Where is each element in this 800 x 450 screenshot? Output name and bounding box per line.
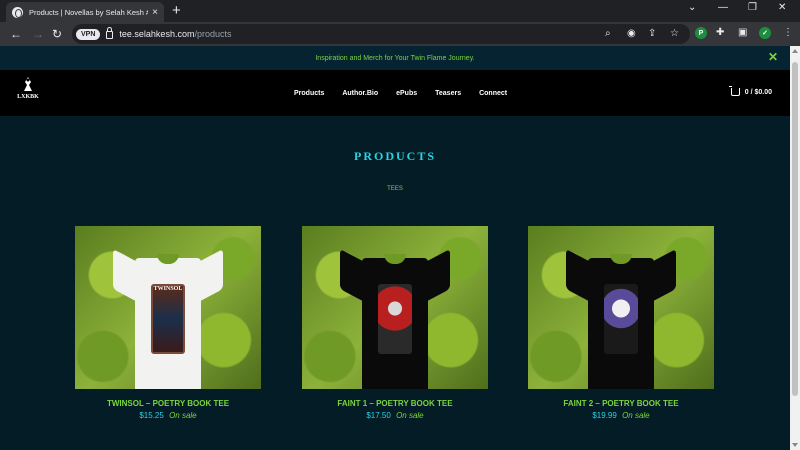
eye-off-icon[interactable]: ◉ bbox=[627, 28, 636, 39]
product-name[interactable]: TWINSOL – POETRY BOOK TEE bbox=[75, 399, 261, 408]
tab-title: Products | Novellas by Selah Kesh # bbox=[29, 7, 149, 17]
address-bar[interactable]: VPN tee.selahkesh.com /products ⌕ ◉ ⇪ ☆ bbox=[72, 24, 690, 44]
product-price: $19.99 bbox=[592, 411, 617, 420]
product-price: $15.25 bbox=[139, 411, 164, 420]
extension-p-icon[interactable]: P bbox=[695, 27, 707, 39]
globe-icon bbox=[12, 6, 23, 18]
back-icon[interactable]: ← bbox=[10, 26, 22, 42]
nav-products[interactable]: Products bbox=[294, 90, 324, 97]
cart-total: 0 / $0.00 bbox=[744, 88, 772, 96]
tab-search-icon[interactable]: ⌄ bbox=[688, 2, 696, 13]
cart-button[interactable]: 0 / $0.00 bbox=[728, 86, 772, 96]
announcement-text: Inspiration and Merch for Your Twin Flam… bbox=[315, 54, 475, 62]
price-line: $19.99 On sale bbox=[528, 411, 714, 420]
menu-kebab-icon[interactable]: ⋮ bbox=[783, 27, 793, 38]
product-name[interactable]: FAINT 1 – POETRY BOOK TEE bbox=[302, 399, 488, 408]
close-announcement-icon[interactable]: ✕ bbox=[768, 50, 778, 64]
category-label: TEES bbox=[387, 186, 403, 192]
product-price: $17.50 bbox=[366, 411, 391, 420]
zoom-icon[interactable]: ⌕ bbox=[605, 28, 611, 39]
browser-tab[interactable]: Products | Novellas by Selah Kesh # × bbox=[6, 2, 164, 22]
main-nav: Products Author.Bio ePubs Teasers Connec… bbox=[294, 70, 525, 116]
extension-check-icon[interactable]: ✓ bbox=[759, 27, 771, 39]
vertical-scrollbar[interactable] bbox=[790, 46, 800, 450]
nav-connect[interactable]: Connect bbox=[479, 90, 507, 97]
vpn-badge[interactable]: VPN bbox=[76, 28, 101, 40]
logo-text: LXKBK bbox=[17, 94, 39, 100]
product-card[interactable]: FAINT 1 – POETRY BOOK TEE $17.50 On sale bbox=[302, 226, 488, 420]
tshirt-image bbox=[566, 244, 676, 389]
close-window-button[interactable]: ✕ bbox=[778, 2, 786, 13]
site-logo[interactable]: LXKBK bbox=[16, 76, 40, 110]
product-card[interactable]: TWINSOL TWINSOL – POETRY BOOK TEE $15.25… bbox=[75, 226, 261, 420]
product-name[interactable]: FAINT 2 – POETRY BOOK TEE bbox=[528, 399, 714, 408]
print-title: TWINSOL bbox=[153, 286, 183, 292]
product-card[interactable]: FAINT 2 – POETRY BOOK TEE $19.99 On sale bbox=[528, 226, 714, 420]
share-icon[interactable]: ⇪ bbox=[648, 28, 656, 39]
scrollbar-thumb[interactable] bbox=[792, 62, 798, 396]
forward-icon[interactable]: → bbox=[32, 26, 44, 42]
page-viewport: Inspiration and Merch for Your Twin Flam… bbox=[0, 46, 790, 450]
sale-label: On sale bbox=[622, 411, 650, 420]
product-image[interactable] bbox=[528, 226, 714, 389]
site-header: LXKBK Products Author.Bio ePubs Teasers … bbox=[0, 70, 790, 116]
announcement-bar: Inspiration and Merch for Your Twin Flam… bbox=[0, 46, 790, 70]
price-line: $17.50 On sale bbox=[302, 411, 488, 420]
reload-icon[interactable]: ↻ bbox=[52, 26, 62, 42]
nav-author-bio[interactable]: Author.Bio bbox=[342, 90, 378, 97]
minimize-button[interactable]: — bbox=[718, 2, 728, 13]
logo-emblem-icon bbox=[24, 77, 32, 91]
page-title: PRODUCTS bbox=[353, 149, 436, 163]
cart-icon bbox=[728, 86, 740, 96]
product-image[interactable]: TWINSOL bbox=[75, 226, 261, 389]
price-line: $15.25 On sale bbox=[75, 411, 261, 420]
bookmark-star-icon[interactable]: ☆ bbox=[670, 28, 679, 39]
new-tab-button[interactable]: + bbox=[172, 3, 181, 18]
nav-epubs[interactable]: ePubs bbox=[396, 90, 417, 97]
tshirt-image: TWINSOL bbox=[113, 244, 223, 389]
product-image[interactable] bbox=[302, 226, 488, 389]
sale-label: On sale bbox=[169, 411, 197, 420]
scroll-up-icon[interactable] bbox=[792, 49, 798, 53]
nav-teasers[interactable]: Teasers bbox=[435, 90, 461, 97]
browser-toolbar: ← → ↻ VPN tee.selahkesh.com /products ⌕ … bbox=[0, 22, 800, 46]
sale-label: On sale bbox=[396, 411, 424, 420]
sidebar-icon[interactable]: ▣ bbox=[738, 27, 747, 38]
scroll-down-icon[interactable] bbox=[792, 443, 798, 447]
url-path: /products bbox=[194, 29, 232, 39]
url-host: tee.selahkesh.com bbox=[119, 29, 195, 39]
lock-icon[interactable] bbox=[106, 27, 114, 39]
restore-button[interactable]: ❐ bbox=[748, 2, 757, 13]
tab-close-icon[interactable]: × bbox=[152, 7, 158, 18]
tshirt-image bbox=[340, 244, 450, 389]
browser-tab-bar: Products | Novellas by Selah Kesh # × + … bbox=[0, 0, 800, 22]
extensions-puzzle-icon[interactable]: ✚ bbox=[716, 27, 724, 38]
